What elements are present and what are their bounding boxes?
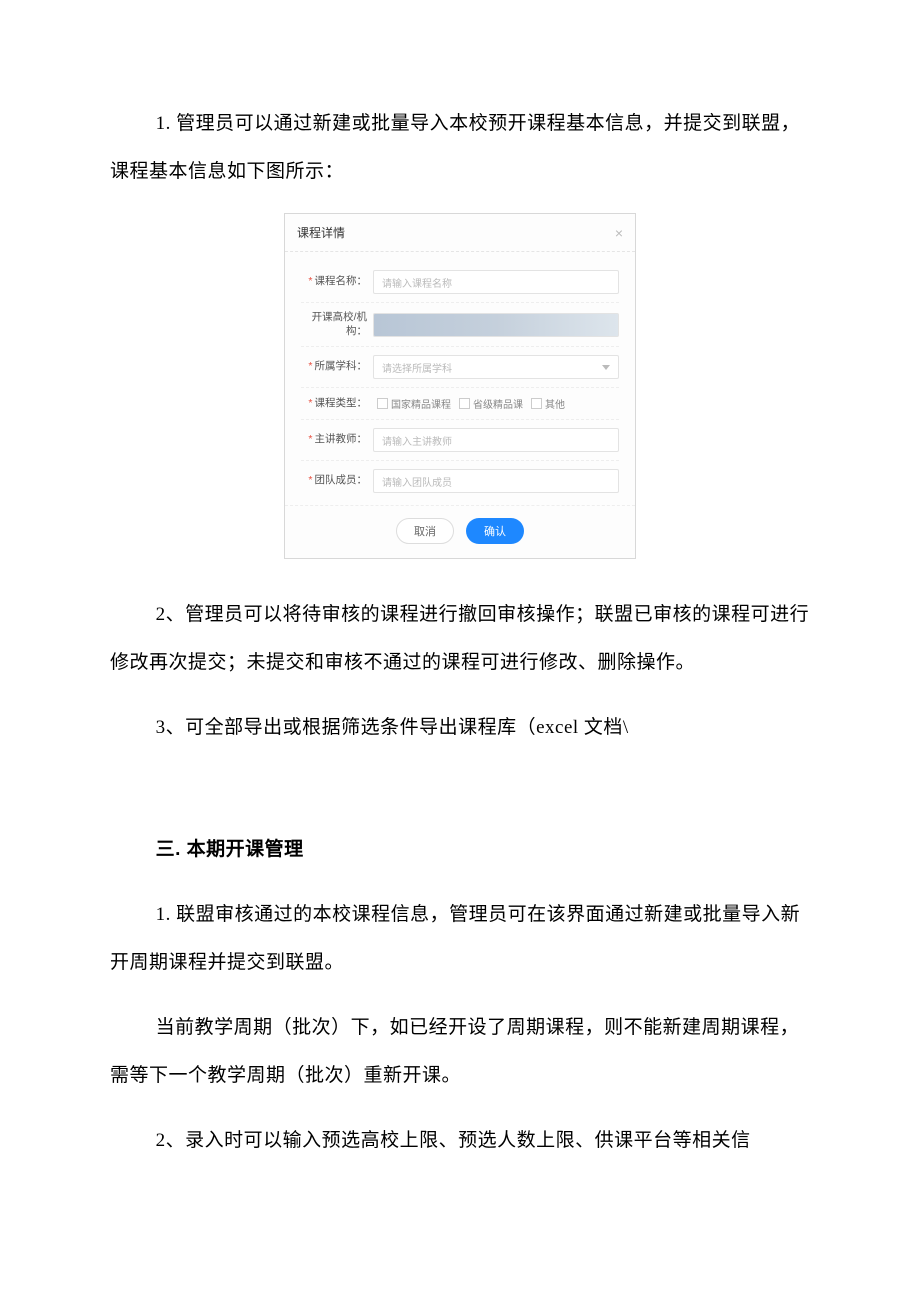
paragraph-4: 1. 联盟审核通过的本校课程信息，管理员可在该界面通过新建或批量导入新开周期课程… bbox=[110, 891, 810, 986]
course-detail-modal: 课程详情 × *课程名称： 请输入课程名称 开课高校/机构： *所属学科： 请选… bbox=[284, 213, 636, 559]
checkbox-other[interactable]: 其他 bbox=[531, 396, 565, 411]
checkbox-national[interactable]: 国家精品课程 bbox=[377, 396, 451, 411]
label-course-name: *课程名称： bbox=[301, 275, 373, 289]
label-subject: *所属学科： bbox=[301, 360, 373, 374]
course-name-input[interactable]: 请输入课程名称 bbox=[373, 270, 619, 294]
label-course-type: *课程类型： bbox=[301, 397, 373, 411]
checkbox-provincial[interactable]: 省级精品课 bbox=[459, 396, 523, 411]
paragraph-3: 3、可全部导出或根据筛选条件导出课程库（excel 文档\ bbox=[110, 704, 810, 752]
paragraph-1: 1. 管理员可以通过新建或批量导入本校预开课程基本信息，并提交到联盟，课程基本信… bbox=[110, 100, 810, 195]
checkbox-icon bbox=[377, 398, 388, 409]
paragraph-2: 2、管理员可以将待审核的课程进行撤回审核操作；联盟已审核的课程可进行修改再次提交… bbox=[110, 591, 810, 686]
modal-body: *课程名称： 请输入课程名称 开课高校/机构： *所属学科： 请选择所属学科 *… bbox=[285, 252, 635, 505]
paragraph-6: 2、录入时可以输入预选高校上限、预选人数上限、供课平台等相关信 bbox=[110, 1117, 810, 1165]
subject-select[interactable]: 请选择所属学科 bbox=[373, 355, 619, 379]
label-team: *团队成员： bbox=[301, 474, 373, 488]
open-school-field[interactable] bbox=[373, 313, 619, 337]
team-input[interactable]: 请输入团队成员 bbox=[373, 469, 619, 493]
modal-header: 课程详情 × bbox=[285, 214, 635, 252]
modal-title: 课程详情 bbox=[297, 224, 345, 241]
chevron-down-icon bbox=[602, 365, 610, 370]
cancel-button[interactable]: 取消 bbox=[396, 518, 454, 544]
ok-button[interactable]: 确认 bbox=[466, 518, 524, 544]
checkbox-icon bbox=[459, 398, 470, 409]
heading-section-3: 三. 本期开课管理 bbox=[110, 826, 810, 874]
label-open-school: 开课高校/机构： bbox=[301, 311, 373, 338]
modal-container: 课程详情 × *课程名称： 请输入课程名称 开课高校/机构： *所属学科： 请选… bbox=[110, 213, 810, 559]
course-type-checkboxes: 国家精品课程 省级精品课 其他 bbox=[373, 396, 619, 411]
close-icon[interactable]: × bbox=[615, 225, 623, 241]
teacher-input[interactable]: 请输入主讲教师 bbox=[373, 428, 619, 452]
modal-footer: 取消 确认 bbox=[285, 505, 635, 558]
row-open-school: 开课高校/机构： bbox=[301, 303, 619, 347]
row-teacher: *主讲教师： 请输入主讲教师 bbox=[301, 420, 619, 461]
label-teacher: *主讲教师： bbox=[301, 433, 373, 447]
checkbox-icon bbox=[531, 398, 542, 409]
row-team: *团队成员： 请输入团队成员 bbox=[301, 461, 619, 501]
paragraph-5: 当前教学周期（批次）下，如已经开设了周期课程，则不能新建周期课程，需等下一个教学… bbox=[110, 1004, 810, 1099]
row-course-type: *课程类型： 国家精品课程 省级精品课 其他 bbox=[301, 388, 619, 420]
row-subject: *所属学科： 请选择所属学科 bbox=[301, 347, 619, 388]
row-course-name: *课程名称： 请输入课程名称 bbox=[301, 262, 619, 303]
